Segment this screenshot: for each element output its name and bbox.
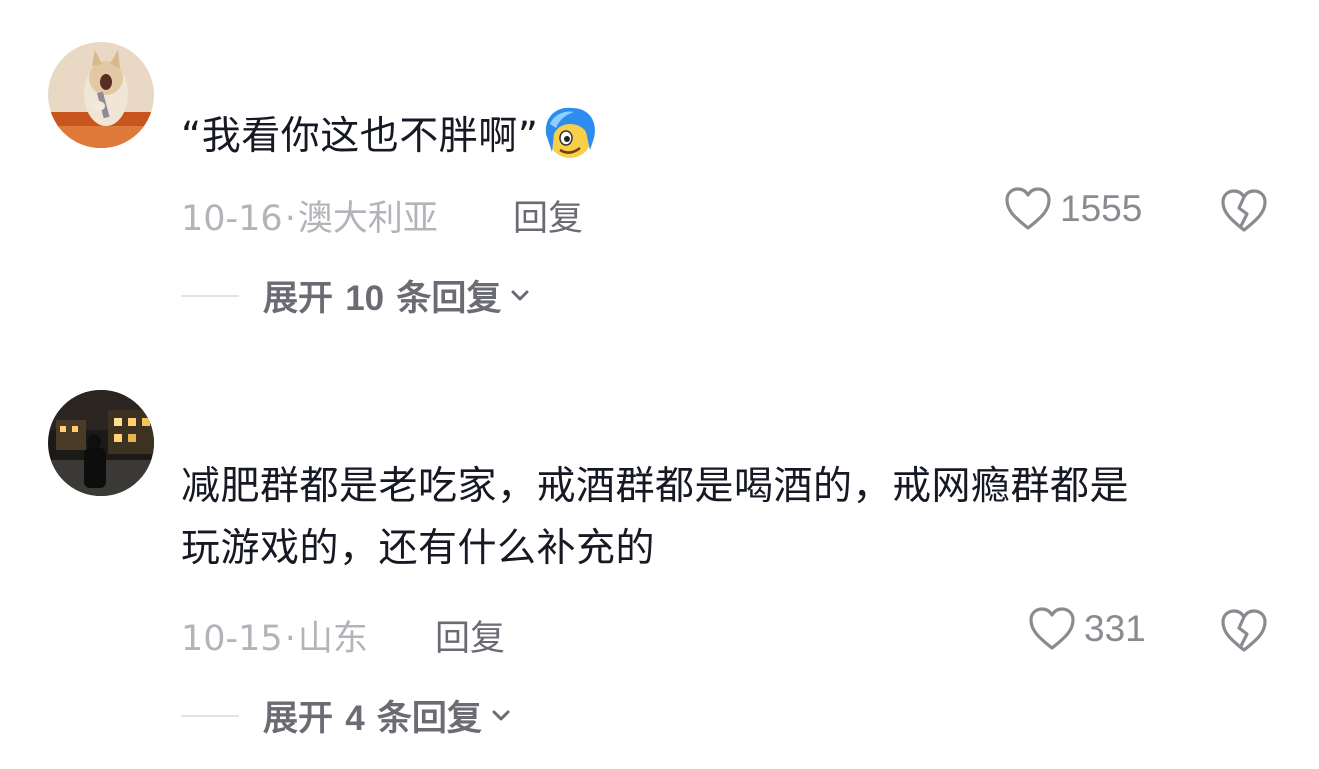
comment-text-line: 减肥群都是老吃家，戒酒群都是喝酒的，戒网瘾群都是 bbox=[181, 464, 1130, 509]
divider-line bbox=[181, 714, 239, 717]
expand-replies[interactable]: 展开 4 条回复 bbox=[181, 690, 512, 741]
heart-icon bbox=[1029, 607, 1075, 650]
avatar[interactable] bbox=[48, 390, 154, 496]
like-count: 331 bbox=[1084, 608, 1146, 649]
chevron-down-icon bbox=[492, 710, 510, 720]
expand-replies-label[interactable]: 展开 4 条回复 bbox=[263, 690, 482, 741]
meta-separator: · bbox=[284, 619, 296, 659]
night-street-avatar-image bbox=[48, 390, 154, 496]
broken-heart-icon bbox=[1221, 609, 1267, 652]
comment-text: 减肥群都是老吃家，戒酒群都是喝酒的，戒网瘾群都是 玩游戏的，还有什么补充的 bbox=[181, 456, 1129, 580]
expand-prefix: 展开 bbox=[263, 699, 334, 739]
comment-item: 减肥群都是老吃家，戒酒群都是喝酒的，戒网瘾群都是 玩游戏的，还有什么补充的 10… bbox=[0, 0, 1319, 769]
dislike-button[interactable] bbox=[1220, 608, 1268, 658]
expand-count: 4 bbox=[345, 699, 365, 738]
comment-date: 10-15 bbox=[181, 619, 283, 659]
comment-location: 山东 bbox=[297, 619, 368, 659]
reply-button[interactable]: 回复 bbox=[435, 610, 505, 661]
expand-suffix: 条回复 bbox=[376, 699, 482, 739]
comment-meta: 10-15·山东 bbox=[181, 610, 368, 661]
comment-text-line: 玩游戏的，还有什么补充的 bbox=[181, 526, 656, 571]
like-button[interactable]: 331 bbox=[1028, 606, 1146, 652]
